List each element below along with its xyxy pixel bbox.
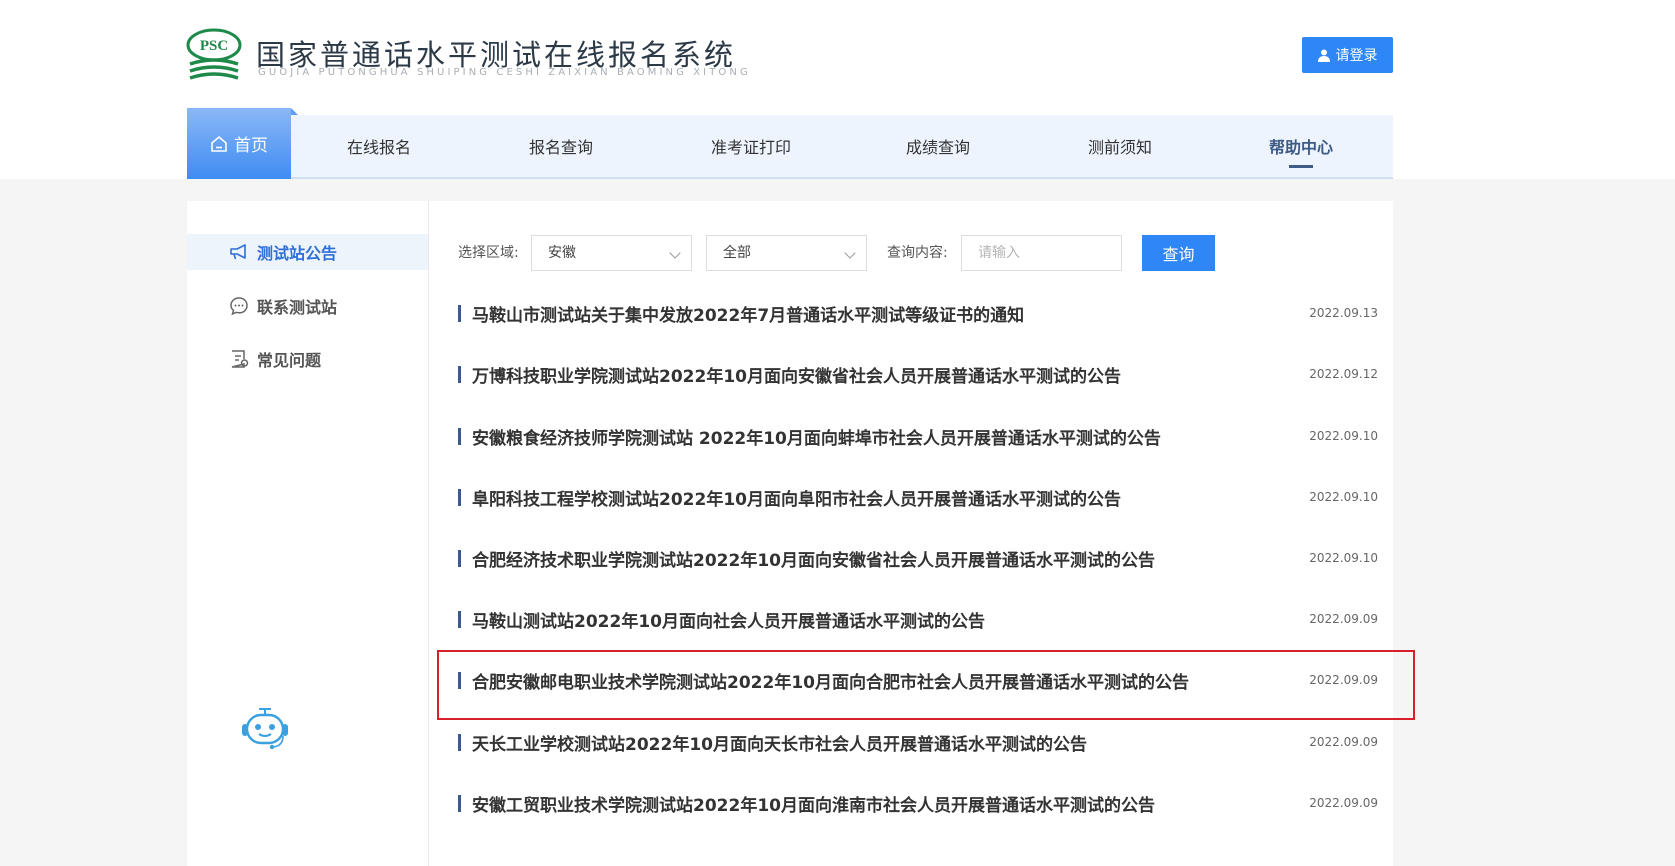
nav-help-center-label: 帮助中心 (1269, 138, 1334, 157)
announcement-row[interactable]: 安徽工贸职业技术学院测试站2022年10月面向淮南市社会人员开展普通话水平测试的… (458, 788, 1378, 818)
announcement-row[interactable]: 安徽粮食经济技师学院测试站 2022年10月面向蚌埠市社会人员开展普通话水平测试… (458, 421, 1378, 451)
announcement-row[interactable]: 万博科技职业学院测试站2022年10月面向安徽省社会人员开展普通话水平测试的公告… (458, 359, 1378, 389)
row-marker (458, 733, 461, 751)
user-icon (1317, 49, 1330, 62)
announcement-date: 2022.09.10 (1309, 490, 1378, 504)
header: PSC 国家普通话水平测试在线报名系统 GUOJIA PUTONGHUA SHU… (0, 0, 1675, 179)
psc-logo-icon: PSC (186, 28, 242, 80)
announcement-title: 万博科技职业学院测试站2022年10月面向安徽省社会人员开展普通话水平测试的公告 (472, 366, 1121, 387)
nav-home[interactable]: 首页 (187, 108, 298, 179)
nav-score-query[interactable]: 成绩查询 (906, 115, 970, 177)
announcement-row[interactable]: 马鞍山测试站2022年10月面向社会人员开展普通话水平测试的公告 2022.09… (458, 604, 1378, 634)
home-icon (211, 135, 227, 152)
row-marker (458, 427, 461, 445)
announcement-title: 天长工业学校测试站2022年10月面向天长市社会人员开展普通话水平测试的公告 (472, 734, 1087, 755)
nav-active-underline (1289, 165, 1313, 168)
nav-home-label: 首页 (234, 136, 268, 156)
sidebar-item-faq[interactable]: 常见问题 (187, 341, 428, 377)
sidebar: 测试站公告 联系测试站 常见问题 (187, 201, 429, 866)
login-button[interactable]: 请登录 (1302, 37, 1393, 73)
announcement-date: 2022.09.12 (1309, 367, 1378, 381)
announcement-date: 2022.09.13 (1309, 306, 1378, 320)
announcement-row[interactable]: 马鞍山市测试站关于集中发放2022年7月普通话水平测试等级证书的通知 2022.… (458, 298, 1378, 328)
announcement-row[interactable]: 合肥经济技术职业学院测试站2022年10月面向安徽省社会人员开展普通话水平测试的… (458, 543, 1378, 573)
region-select-value: 安徽 (548, 245, 576, 261)
announcement-row[interactable]: 合肥安徽邮电职业技术学院测试站2022年10月面向合肥市社会人员开展普通话水平测… (458, 665, 1378, 695)
sidebar-item-label: 联系测试站 (257, 298, 338, 317)
announcement-title: 马鞍山市测试站关于集中发放2022年7月普通话水平测试等级证书的通知 (472, 305, 1025, 326)
scope-select[interactable]: 全部 (706, 235, 867, 271)
site-subtitle: GUOJIA PUTONGHUA SHUIPING CESHI ZAIXIAN … (258, 67, 751, 78)
announcement-date: 2022.09.10 (1309, 551, 1378, 565)
row-marker (458, 549, 461, 567)
megaphone-icon (230, 244, 246, 260)
row-marker (458, 365, 461, 383)
announcement-title: 安徽工贸职业技术学院测试站2022年10月面向淮南市社会人员开展普通话水平测试的… (472, 795, 1155, 816)
nav-pre-test-notice[interactable]: 测前须知 (1088, 115, 1152, 177)
nav-registration-query[interactable]: 报名查询 (529, 115, 593, 177)
row-marker (458, 488, 461, 506)
sidebar-item-contact-test-station[interactable]: 联系测试站 (187, 288, 428, 324)
chevron-down-icon (669, 247, 681, 259)
scope-select-value: 全部 (723, 245, 751, 261)
filter-bar: 选择区域: 安徽 全部 查询内容: 查询 (458, 235, 1358, 271)
main-nav: 首页 在线报名 报名查询 准考证打印 成绩查询 测前须知 帮助中心 (187, 108, 1393, 179)
row-marker (458, 304, 461, 322)
region-label: 选择区域: (458, 245, 519, 261)
announcement-title: 阜阳科技工程学校测试站2022年10月面向阜阳市社会人员开展普通话水平测试的公告 (472, 489, 1121, 510)
region-select[interactable]: 安徽 (531, 235, 692, 271)
sidebar-item-test-station-announcements[interactable]: 测试站公告 (187, 234, 428, 270)
chevron-down-icon (844, 247, 856, 259)
site-logo[interactable]: PSC 国家普通话水平测试在线报名系统 GUOJIA PUTONGHUA SHU… (186, 28, 748, 84)
announcement-date: 2022.09.09 (1309, 796, 1378, 810)
sidebar-item-label: 测试站公告 (257, 244, 338, 263)
chat-icon (230, 297, 248, 316)
logo-text: PSC (200, 38, 228, 54)
query-button[interactable]: 查询 (1142, 235, 1215, 271)
faq-document-icon (231, 350, 249, 368)
announcement-title: 安徽粮食经济技师学院测试站 2022年10月面向蚌埠市社会人员开展普通话水平测试… (472, 428, 1161, 449)
announcement-row[interactable]: 天长工业学校测试站2022年10月面向天长市社会人员开展普通话水平测试的公告 2… (458, 727, 1378, 757)
nav-online-registration[interactable]: 在线报名 (347, 115, 411, 177)
announcement-date: 2022.09.10 (1309, 429, 1378, 443)
query-input[interactable] (961, 235, 1122, 271)
nav-admission-ticket-print[interactable]: 准考证打印 (711, 115, 791, 177)
query-label: 查询内容: (887, 245, 948, 261)
login-label: 请登录 (1335, 48, 1378, 64)
content-card: 测试站公告 联系测试站 常见问题 选择区域: 安徽 全部 查询内容: 请输入 查… (187, 201, 1393, 866)
row-marker (458, 671, 461, 689)
announcement-title: 合肥安徽邮电职业技术学院测试站2022年10月面向合肥市社会人员开展普通话水平测… (472, 672, 1189, 693)
nav-help-center[interactable]: 帮助中心 (1269, 115, 1333, 177)
row-marker (458, 610, 461, 628)
announcement-title: 合肥经济技术职业学院测试站2022年10月面向安徽省社会人员开展普通话水平测试的… (472, 550, 1155, 571)
row-marker (458, 794, 461, 812)
announcement-title: 马鞍山测试站2022年10月面向社会人员开展普通话水平测试的公告 (472, 611, 985, 632)
robot-assistant-icon[interactable] (237, 706, 293, 752)
announcement-row[interactable]: 阜阳科技工程学校测试站2022年10月面向阜阳市社会人员开展普通话水平测试的公告… (458, 482, 1378, 512)
announcement-date: 2022.09.09 (1309, 673, 1378, 687)
announcement-date: 2022.09.09 (1309, 735, 1378, 749)
sidebar-item-label: 常见问题 (257, 351, 322, 370)
announcement-date: 2022.09.09 (1309, 612, 1378, 626)
